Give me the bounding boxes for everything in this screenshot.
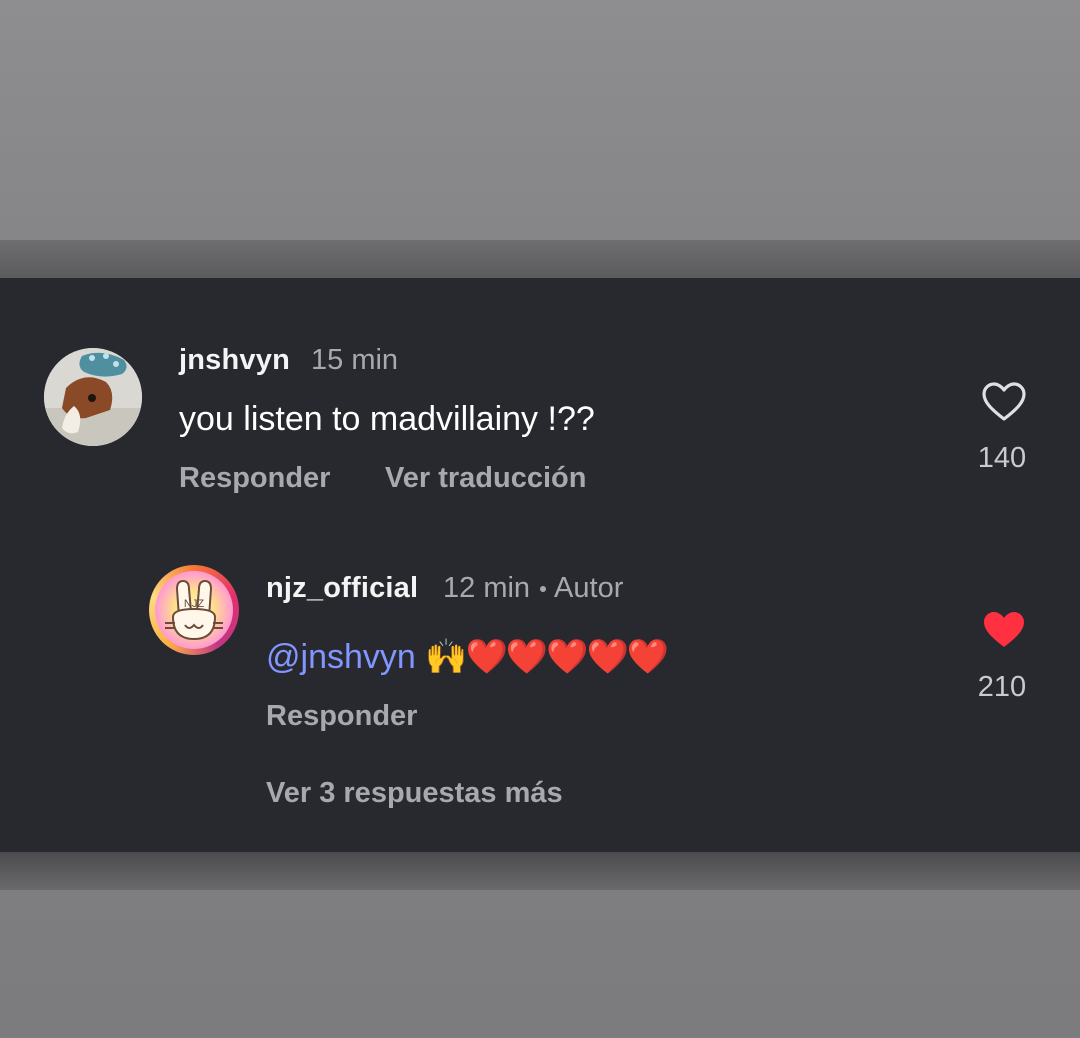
dog-avatar-image bbox=[44, 348, 142, 446]
reply-username[interactable]: njz_official bbox=[266, 572, 418, 605]
heart-outline-icon[interactable] bbox=[981, 381, 1027, 423]
avatar-logo-text: NJZ bbox=[184, 598, 204, 610]
background-top-edge bbox=[0, 240, 1080, 280]
reply-like-count: 210 bbox=[977, 671, 1027, 703]
heart-filled-icon[interactable] bbox=[981, 609, 1027, 651]
reply-button[interactable]: Responder bbox=[179, 462, 330, 495]
reply-timestamp: 12 min bbox=[443, 572, 531, 604]
translate-button[interactable]: Ver traducción bbox=[385, 462, 586, 495]
separator-dot bbox=[540, 586, 547, 593]
background-bottom-edge bbox=[0, 850, 1080, 890]
comment-thread-panel: jnshvyn 15 min you listen to madvillainy… bbox=[0, 278, 1080, 852]
mention-link[interactable]: @jnshvyn bbox=[266, 638, 416, 676]
bunny-logo-icon: NJZ bbox=[165, 579, 223, 641]
view-more-replies-button[interactable]: Ver 3 respuestas más bbox=[266, 777, 563, 810]
reply-reply-button[interactable]: Responder bbox=[266, 700, 417, 733]
comment-username[interactable]: jnshvyn bbox=[179, 344, 290, 377]
comment-text: you listen to madvillainy !?? bbox=[179, 400, 595, 438]
reply-text: @jnshvyn 🙌❤️❤️❤️❤️❤️ bbox=[266, 637, 669, 677]
author-avatar[interactable]: NJZ bbox=[149, 565, 239, 655]
like-count: 140 bbox=[977, 442, 1027, 474]
author-avatar-image: NJZ bbox=[155, 571, 233, 649]
reply-emoji: 🙌❤️❤️❤️❤️❤️ bbox=[425, 638, 669, 676]
comment-timestamp: 15 min bbox=[311, 344, 399, 376]
author-badge: Autor bbox=[554, 572, 624, 604]
user-avatar[interactable] bbox=[44, 348, 142, 446]
reply-meta: 12 min Autor bbox=[443, 572, 623, 605]
